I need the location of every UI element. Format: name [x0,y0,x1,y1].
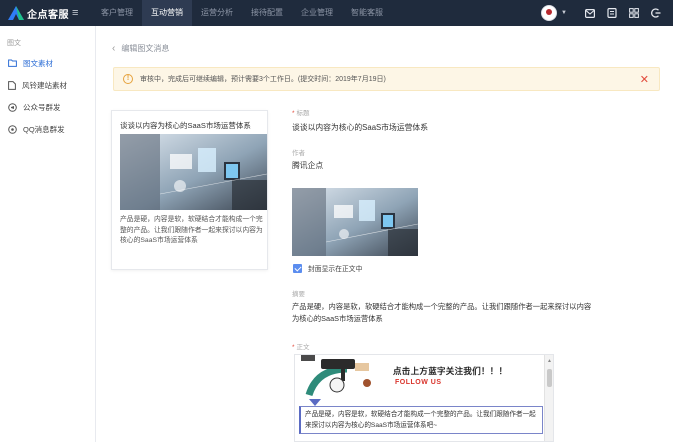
sidebar-item-label: 公众号群发 [23,102,61,112]
cover-in-body-option[interactable]: 封面显示在正文中 [293,263,362,273]
cover-in-body-label: 封面显示在正文中 [308,266,363,273]
preview-description: 产品是硬，内容是软，软硬结合才能构成一个完整的产品。让我们跟随作者一起来探讨以内… [120,216,263,244]
mail-icon[interactable] [579,8,601,18]
title-field[interactable]: 谈谈以内容为核心的SaaS市场运营体系 [292,122,428,133]
preview-image [120,134,267,210]
logout-icon[interactable] [645,8,667,18]
rich-text-editor[interactable]: 点击上方蓝字关注我们！！！ FOLLOW US 产品是硬，内容是软，软硬结合才能… [294,354,554,442]
page-title: 编辑图文消息 [121,44,170,53]
sidebar: 图文 图文素材 风铃建站素材 公众号群发 QQ消息群发 [0,26,96,442]
back-chevron-icon[interactable]: ‹ [112,43,115,54]
title-label: * 标题 [292,110,310,117]
follow-banner-illustration [301,355,371,397]
summary-label: 摘要 [292,291,305,298]
nav-item-smart-service[interactable]: 智能客服 [342,0,392,26]
breadcrumb[interactable]: ‹ 编辑图文消息 [112,43,169,54]
scroll-up-icon[interactable]: ▲ [547,358,552,364]
article-form: * 标题 谈谈以内容为核心的SaaS市场运营体系 作者 腾讯企点 封面显示在正文… [292,26,672,442]
cover-in-body-checkbox[interactable] [293,263,302,273]
top-navbar: 企点客服 ≡ 客户管理 互动营销 运营分析 接待配置 企业管理 智能客服 ▼ [0,0,673,26]
folder-icon [8,59,17,67]
avatar[interactable] [541,5,558,21]
author-field[interactable]: 腾讯企点 [292,160,323,171]
file-icon [8,80,16,90]
body-label: * 正文 [292,344,310,351]
sidebar-item-label: 风铃建站素材 [22,80,67,90]
editor-scrollbar[interactable]: ▲ [544,355,553,441]
required-mark: * [292,344,295,351]
qq-icon [8,124,17,134]
follow-heading: 点击上方蓝字关注我们！！！ [393,366,508,376]
nav-item-marketing[interactable]: 互动营销 [142,0,192,26]
sidebar-item-graphic-material[interactable]: 图文素材 [0,52,95,74]
menu-toggle-icon[interactable]: ≡ [72,7,78,19]
document-icon[interactable] [601,8,623,18]
sidebar-item-label: 图文素材 [23,58,53,68]
broadcast-icon [8,102,17,112]
nav-item-analytics[interactable]: 运营分析 [192,0,242,26]
sidebar-section-title: 图文 [7,40,21,47]
required-mark: * [292,110,295,117]
sidebar-item-label: QQ消息群发 [23,124,65,134]
top-right-tools: ▼ [541,0,667,26]
preview-title: 谈谈以内容为核心的SaaS市场运营体系 [120,121,251,130]
chevron-down-icon[interactable]: ▼ [561,10,567,16]
sidebar-item-official-broadcast[interactable]: 公众号群发 [0,96,95,118]
scrollbar-thumb[interactable] [547,369,552,387]
pointer-triangle [309,399,321,406]
author-label: 作者 [292,150,305,157]
main-nav: 客户管理 互动营销 运营分析 接待配置 企业管理 智能客服 [92,0,392,26]
logo-icon [8,6,24,20]
sidebar-item-site-material[interactable]: 风铃建站素材 [0,74,95,96]
main-content: ‹ 编辑图文消息 ! 审核中，完成后可继续编辑，预计需要3个工作日。(提交时间：… [96,26,673,442]
follow-subheading: FOLLOW US [395,379,442,386]
article-preview-card[interactable]: 谈谈以内容为核心的SaaS市场运营体系 产品是硬，内容是软，软硬结合才能构成一个… [111,110,268,270]
app-name: 企点客服 [27,9,69,21]
sidebar-item-qq-broadcast[interactable]: QQ消息群发 [0,118,95,140]
cover-image[interactable] [292,188,418,256]
nav-item-enterprise[interactable]: 企业管理 [292,0,342,26]
app-logo[interactable]: 企点客服 ≡ [8,6,92,21]
nav-item-reception[interactable]: 接待配置 [242,0,292,26]
nav-item-customer[interactable]: 客户管理 [92,0,142,26]
apps-grid-icon[interactable] [623,8,645,18]
warning-icon: ! [123,74,133,84]
summary-field[interactable]: 产品是硬，内容是软，软硬结合才能构成一个完整的产品。让我们跟随作者一起来探讨以内… [292,301,592,325]
editor-body-text[interactable]: 产品是硬，内容是软，软硬结合才能构成一个完整的产品。让我们跟随作者一起来探讨以内… [299,406,543,434]
